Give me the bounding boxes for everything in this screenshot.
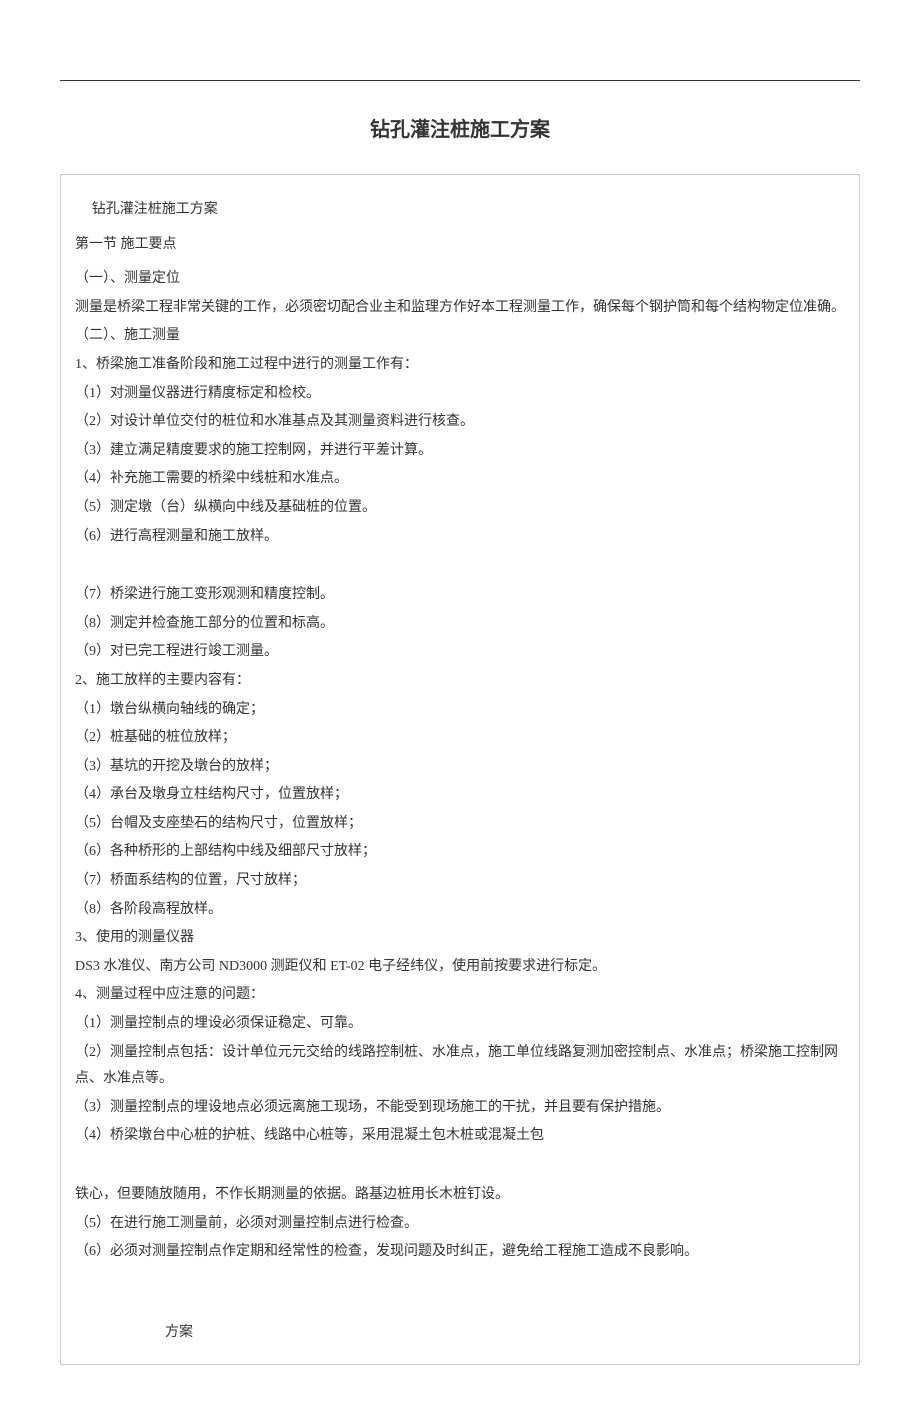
paragraph: 测量是桥梁工程非常关键的工作，必须密切配合业主和监理方作好本工程测量工作，确保每… (75, 295, 845, 322)
list-item: （8）测定并检查施工部分的位置和标高。 (75, 611, 845, 638)
list-item: （2）对设计单位交付的桩位和水准基点及其测量资料进行核查。 (75, 409, 845, 436)
subtitle: 钻孔灌注桩施工方案 (92, 197, 845, 224)
list-item: （3）测量控制点的埋设地点必须远离施工现场，不能受到现场施工的干扰，并且要有保护… (75, 1095, 845, 1122)
list-item: （6）必须对测量控制点作定期和经常性的检查，发现问题及时纠正，避免给工程施工造成… (75, 1239, 845, 1266)
list-item: （5）台帽及支座垫石的结构尺寸，位置放样； (75, 811, 845, 838)
list-item: （6）各种桥形的上部结构中线及细部尺寸放样； (75, 839, 845, 866)
list-item: （8）各阶段高程放样。 (75, 897, 845, 924)
spacer (75, 1268, 845, 1290)
list-item: （3）建立满足精度要求的施工控制网，并进行平差计算。 (75, 438, 845, 465)
section-header: 第一节 施工要点 (75, 232, 845, 259)
heading-1-1: （一）、测量定位 (75, 266, 845, 293)
list-item: （2）桩基础的桩位放样； (75, 725, 845, 752)
list-item: （2）测量控制点包括：设计单位元元交给的线路控制桩、水准点，施工单位线路复测加密… (75, 1040, 845, 1093)
document-page: 钻孔灌注桩施工方案 钻孔灌注桩施工方案 第一节 施工要点 （一）、测量定位 测量… (0, 0, 920, 1405)
heading-1-2: （二）、施工测量 (75, 323, 845, 350)
list-item: （1）测量控制点的埋设必须保证稳定、可靠。 (75, 1011, 845, 1038)
list-item: （4）承台及墩身立柱结构尺寸，位置放样； (75, 782, 845, 809)
list-3-head: 3、使用的测量仪器 (75, 925, 845, 952)
spacer (75, 1152, 845, 1180)
list-item: （7）桥面系结构的位置，尺寸放样； (75, 868, 845, 895)
list-item: （3）基坑的开挖及墩台的放样； (75, 754, 845, 781)
horizontal-rule (60, 80, 860, 81)
list-item: （7）桥梁进行施工变形观测和精度控制。 (75, 582, 845, 609)
list-item: （4）桥梁墩台中心桩的护桩、线路中心桩等，采用混凝土包木桩或混凝土包 (75, 1123, 845, 1150)
spacer (75, 552, 845, 580)
list-item: （6）进行高程测量和施工放样。 (75, 524, 845, 551)
paragraph-continuation: 铁心，但要随放随用，不作长期测量的依据。路基边桩用长木桩钉设。 (75, 1182, 845, 1209)
list-item: （9）对已完工程进行竣工测量。 (75, 639, 845, 666)
footer-text: 方案 (165, 1320, 845, 1347)
content-box: 钻孔灌注桩施工方案 第一节 施工要点 （一）、测量定位 测量是桥梁工程非常关键的… (60, 174, 860, 1365)
list-item: （1）墩台纵横向轴线的确定； (75, 697, 845, 724)
list-1-head: 1、桥梁施工准备阶段和施工过程中进行的测量工作有： (75, 352, 845, 379)
list-item: （4）补充施工需要的桥梁中线桩和水准点。 (75, 466, 845, 493)
list-item: （5）测定墩（台）纵横向中线及基础桩的位置。 (75, 495, 845, 522)
document-title: 钻孔灌注桩施工方案 (60, 111, 860, 149)
list-4-head: 4、测量过程中应注意的问题： (75, 982, 845, 1009)
list-item: （5）在进行施工测量前，必须对测量控制点进行检查。 (75, 1211, 845, 1238)
list-item: （1）对测量仪器进行精度标定和检校。 (75, 381, 845, 408)
paragraph: DS3 水准仪、南方公司 ND3000 测距仪和 ET-02 电子经纬仪，使用前… (75, 954, 845, 981)
list-2-head: 2、施工放样的主要内容有： (75, 668, 845, 695)
